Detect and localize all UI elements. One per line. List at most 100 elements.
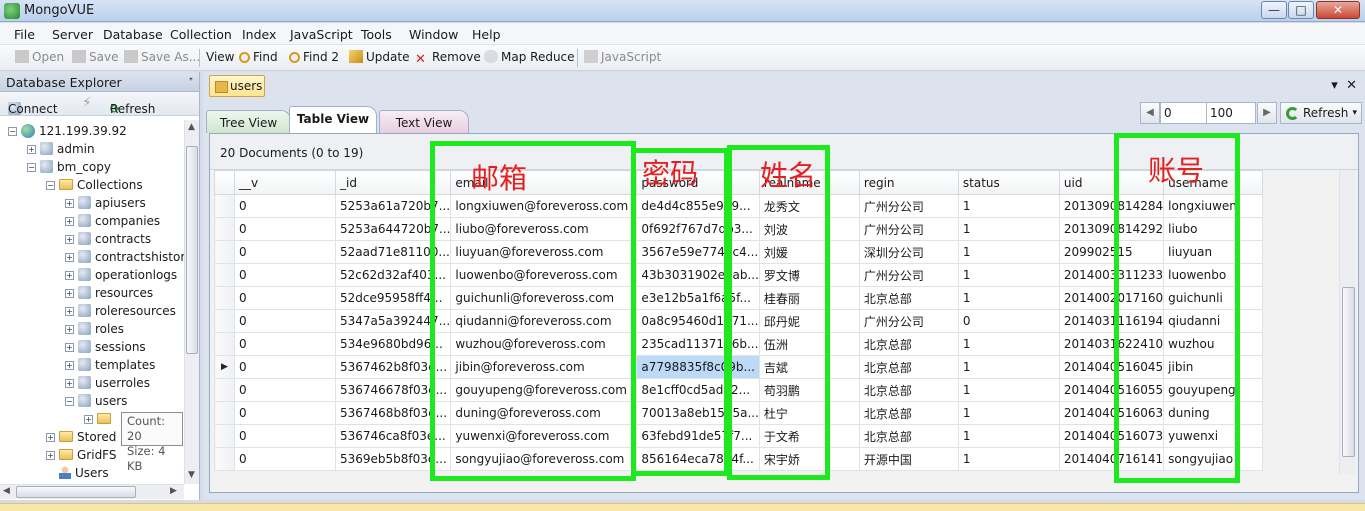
menu-window[interactable]: Window [409,27,458,42]
remove-button[interactable]: ✕ Remove [415,50,481,66]
save-as-button[interactable]: Save As... [124,50,200,64]
table-cell-regin[interactable]: 北京总部 [858,286,959,310]
expand-icon[interactable]: + [65,307,74,316]
table-cell-v[interactable]: 0 [234,263,336,287]
tree-collection-item[interactable]: + roles [65,320,124,338]
table-cell-v[interactable]: 0 [234,194,336,218]
tree-users-node[interactable]: Users [59,464,109,482]
tree-db-admin[interactable]: + admin [27,140,95,158]
column-header[interactable]: regin [858,170,959,195]
table-cell-status[interactable]: 1 [957,447,1060,471]
table-cell-v[interactable]: 0 [234,378,336,402]
expand-icon[interactable]: + [65,379,74,388]
expand-icon[interactable]: + [65,253,74,262]
row-header[interactable] [214,309,235,333]
row-header[interactable] [214,286,235,310]
column-header[interactable]: __v [234,170,336,195]
menu-server[interactable]: Server [52,27,93,42]
menu-database[interactable]: Database [103,27,163,42]
save-button[interactable]: Save [72,50,118,64]
tab-text-view[interactable]: Text View [379,110,469,133]
table-cell-status[interactable]: 1 [957,355,1060,379]
row-header[interactable] [214,194,235,218]
tree-collection-item[interactable]: + resources [65,284,153,302]
tree-collection-item[interactable]: + roleresources [65,302,176,320]
pin-icon[interactable]: ᐩ [189,75,193,88]
collapse-icon[interactable]: − [27,163,36,172]
view-button[interactable]: View [206,50,234,64]
table-cell-regin[interactable]: 广州分公司 [858,194,959,218]
table-cell-status[interactable]: 1 [957,286,1060,310]
tree-stored[interactable]: + Stored [46,428,116,446]
tree-collection-item[interactable]: + sessions [65,338,146,356]
table-cell-status[interactable]: 1 [957,378,1060,402]
tree-collection-item[interactable]: + contracts [65,230,151,248]
row-header[interactable] [214,447,235,471]
table-cell-v[interactable]: 0 [234,355,336,379]
table-cell-status[interactable]: 1 [957,401,1060,425]
scrollbar-thumb[interactable] [186,146,198,354]
update-button[interactable]: Update [349,50,409,64]
expand-icon[interactable]: + [65,235,74,244]
expand-icon[interactable]: + [65,199,74,208]
collapse-icon[interactable]: − [8,127,17,136]
tree-collection-item[interactable]: + apiusers [65,194,146,212]
scroll-right-icon[interactable]: ▶ [170,486,177,496]
grid-vertical-scrollbar[interactable] [1339,170,1356,474]
expand-icon[interactable]: + [65,361,74,370]
table-cell-status[interactable]: 1 [957,332,1060,356]
tree-collections[interactable]: − Collections [46,176,143,194]
collapse-icon[interactable]: − [46,181,55,190]
table-cell-v[interactable]: 0 [234,447,336,471]
expand-icon[interactable]: + [65,343,74,352]
open-button[interactable]: Open [15,50,64,64]
tree-collection-item[interactable]: + companies [65,212,160,230]
tab-table-view[interactable]: Table View [289,106,377,133]
close-tab-icon[interactable]: ✕ [1346,78,1357,93]
menu-collection[interactable]: Collection [170,27,232,42]
table-cell-v[interactable]: 0 [234,424,336,448]
expand-icon[interactable]: + [46,433,55,442]
menu-help[interactable]: Help [472,27,501,42]
table-cell-v[interactable]: 0 [234,309,336,333]
tree-collection-item[interactable]: + userroles [65,374,150,392]
find-button[interactable]: Find [239,50,278,64]
column-header[interactable]: status [957,170,1060,195]
scrollbar-thumb[interactable] [16,486,136,498]
maximize-button[interactable]: □ [1288,1,1314,19]
table-cell-regin[interactable]: 开源中国 [858,447,959,471]
table-cell-v[interactable]: 0 [234,332,336,356]
find2-button[interactable]: Find 2 [289,50,339,64]
tab-tree-view[interactable]: Tree View [206,110,291,133]
page-prev-button[interactable]: ◀ [1140,102,1160,124]
table-cell-status[interactable]: 1 [957,424,1060,448]
pager-limit-input[interactable]: 100 [1206,102,1256,124]
table-cell-regin[interactable]: 深圳分公司 [858,240,959,264]
table-cell-v[interactable]: 0 [234,401,336,425]
table-cell-regin[interactable]: 北京总部 [858,424,959,448]
table-cell-regin[interactable]: 广州分公司 [858,217,959,241]
grid-refresh-button[interactable]: Refresh ▾ [1280,102,1362,124]
table-cell-regin[interactable]: 广州分公司 [858,263,959,287]
table-cell-regin[interactable]: 北京总部 [858,401,959,425]
row-header[interactable] [214,240,235,264]
menu-tools[interactable]: Tools [361,27,392,42]
row-header[interactable] [214,401,235,425]
table-cell-status[interactable]: 1 [957,263,1060,287]
row-header[interactable] [214,378,235,402]
table-cell-status[interactable]: 1 [957,194,1060,218]
row-header[interactable] [214,263,235,287]
expand-icon[interactable]: + [84,415,93,424]
row-header[interactable]: ▶ [214,355,235,379]
tree-collection-users[interactable]: − users [65,392,127,410]
map-reduce-button[interactable]: Map Reduce [484,50,575,64]
table-cell-v[interactable]: 0 [234,240,336,264]
expand-icon[interactable]: + [27,145,36,154]
expand-icon[interactable]: + [65,271,74,280]
pager-start-input[interactable]: 0 [1160,102,1211,124]
scroll-down-icon[interactable]: ▼ [188,470,195,480]
table-cell-status[interactable]: 0 [957,309,1060,333]
menu-index[interactable]: Index [242,27,276,42]
scroll-up-icon[interactable]: ▲ [188,122,195,132]
expand-icon[interactable]: + [65,217,74,226]
